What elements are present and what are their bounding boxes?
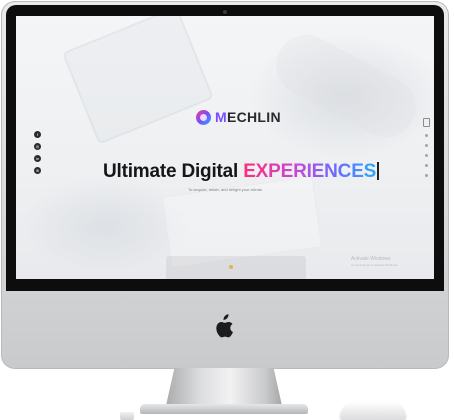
keyboard-device <box>120 412 134 420</box>
logo-text: MECHLIN <box>215 109 281 125</box>
section-nav <box>423 118 430 177</box>
linkedin-icon[interactable]: in <box>34 155 41 162</box>
logo-mark-icon <box>196 109 211 125</box>
logo-letter-m: M <box>215 109 227 125</box>
website-screen: MECHLIN f ◎ in ⊛ Ultimate Digital EXPERI… <box>16 16 434 279</box>
instagram-icon[interactable]: ◎ <box>34 143 41 150</box>
dribbble-icon[interactable]: ⊛ <box>34 167 41 174</box>
screen-bezel: MECHLIN f ◎ in ⊛ Ultimate Digital EXPERI… <box>6 5 444 291</box>
watermark-title: Activate Windows <box>351 256 391 262</box>
imac-monitor: MECHLIN f ◎ in ⊛ Ultimate Digital EXPERI… <box>1 1 449 369</box>
mouse-device <box>340 402 406 420</box>
logo-text-rest: ECHLIN <box>226 109 281 125</box>
slide-indicator[interactable] <box>229 265 233 269</box>
section-nav-dot[interactable] <box>425 134 428 137</box>
hero-subtitle: To acquire, retain, and delight your cli… <box>188 187 262 192</box>
section-nav-dot[interactable] <box>425 164 428 167</box>
social-links: f ◎ in ⊛ <box>34 131 41 174</box>
section-nav-dot[interactable] <box>425 144 428 147</box>
hero-headline: Ultimate Digital EXPERIENCES <box>103 161 379 183</box>
section-nav-dot[interactable] <box>425 174 428 177</box>
section-nav-home-icon[interactable] <box>423 118 430 127</box>
background-keyboard-photo <box>166 256 306 279</box>
section-nav-dot[interactable] <box>425 154 428 157</box>
typing-cursor <box>377 162 379 180</box>
monitor-base <box>140 404 308 414</box>
headline-plain: Ultimate Digital <box>103 161 244 182</box>
activate-windows-watermark: Activate Windows Go to Settings to activ… <box>351 256 398 267</box>
background-laptop-photo <box>61 16 215 145</box>
watermark-detail: Go to Settings to activate Windows. <box>351 263 399 267</box>
headline-accent: EXPERIENCES <box>243 161 377 182</box>
apple-logo-icon <box>216 314 233 338</box>
camera <box>223 10 227 14</box>
facebook-icon[interactable]: f <box>34 131 41 138</box>
site-logo[interactable]: MECHLIN <box>196 107 281 127</box>
background-arm-photo <box>265 24 427 148</box>
